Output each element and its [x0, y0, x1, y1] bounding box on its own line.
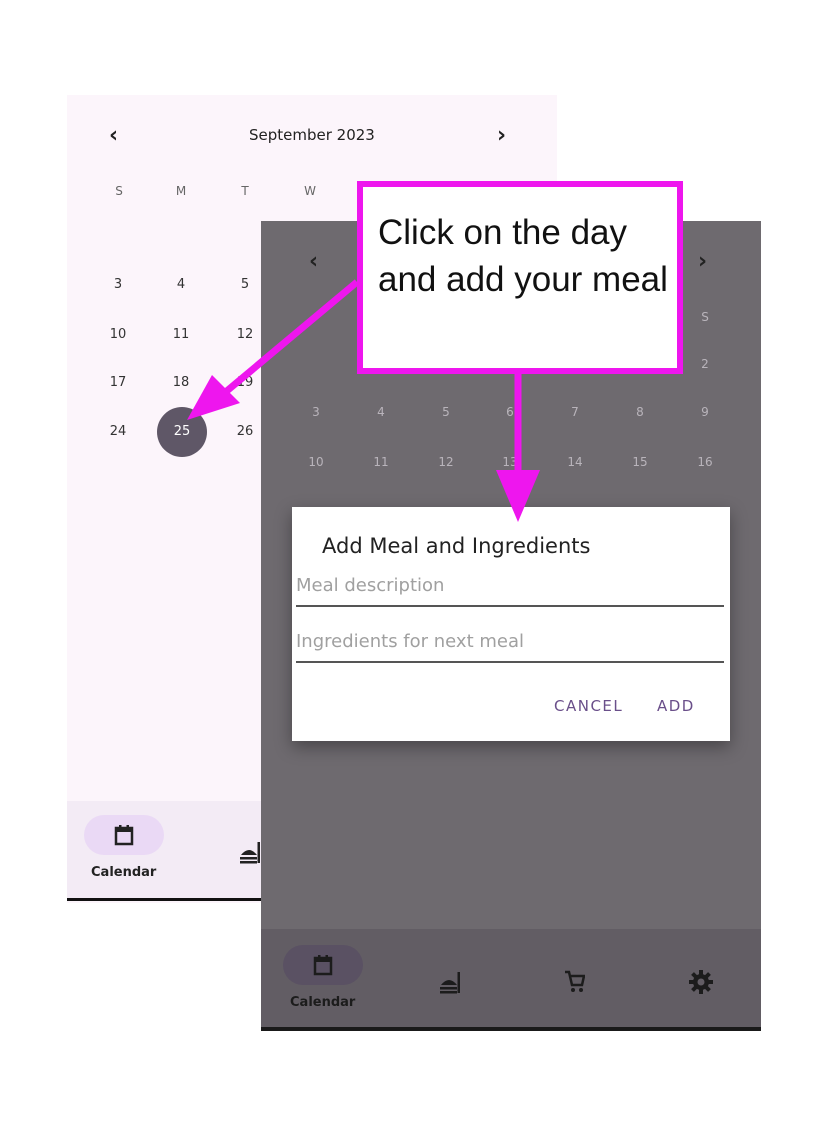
day-cell[interactable]: 19	[225, 363, 265, 403]
settings-icon[interactable]	[688, 969, 714, 995]
month-header: ‹ September 2023 ›	[67, 123, 557, 149]
bottom-navigation: Calendar	[261, 929, 761, 1029]
add-button[interactable]: ADD	[657, 697, 695, 715]
day-cell[interactable]: 10	[296, 455, 336, 469]
day-cell[interactable]: 5	[426, 405, 466, 419]
weekday-label: T	[241, 184, 249, 198]
nav-label-calendar: Calendar	[91, 865, 157, 880]
day-cell[interactable]: 11	[361, 455, 401, 469]
day-cell[interactable]: 12	[426, 455, 466, 469]
ingredients-field[interactable]: Ingredients for next meal	[296, 627, 724, 663]
day-cell[interactable]: 15	[620, 455, 660, 469]
day-cell[interactable]: 3	[296, 405, 336, 419]
day-cell[interactable]: 24	[98, 412, 138, 452]
day-cell[interactable]: 9	[685, 405, 725, 419]
day-cell[interactable]: 4	[161, 265, 201, 305]
day-cell[interactable]: 7	[555, 405, 595, 419]
meal-description-field[interactable]: Meal description	[296, 571, 724, 607]
weekday-label: S	[701, 310, 709, 324]
nav-label-calendar: Calendar	[290, 995, 356, 1010]
weekday-label: M	[175, 184, 187, 198]
day-cell[interactable]: 6	[490, 405, 530, 419]
month-title: September 2023	[249, 126, 375, 144]
day-cell[interactable]: 13	[490, 455, 530, 469]
dialog-title: Add Meal and Ingredients	[322, 534, 591, 558]
meal-icon[interactable]	[439, 969, 461, 995]
weekday-label: S	[115, 184, 123, 198]
weekday-label: W	[304, 184, 316, 198]
annotation-text: Click on the day and add your meal	[378, 213, 668, 299]
day-cell[interactable]: 11	[161, 315, 201, 355]
day-cell[interactable]: 26	[225, 412, 265, 452]
next-month-button[interactable]: ›	[698, 249, 707, 274]
day-cell[interactable]: 3	[98, 265, 138, 305]
calendar-icon	[114, 825, 134, 846]
selected-day-cell[interactable]: 25	[157, 407, 207, 457]
annotation-callout: Click on the day and add your meal	[357, 181, 683, 374]
nav-item-calendar[interactable]	[84, 815, 164, 855]
add-meal-dialog: Add Meal and Ingredients Meal descriptio…	[292, 507, 730, 741]
prev-month-button[interactable]: ‹	[309, 249, 318, 274]
calendar-icon	[313, 955, 333, 976]
cart-icon[interactable]	[563, 969, 585, 995]
day-cell[interactable]: 14	[555, 455, 595, 469]
day-cell[interactable]: 18	[161, 363, 201, 403]
day-cell[interactable]: 4	[361, 405, 401, 419]
cancel-button[interactable]: CANCEL	[554, 697, 623, 715]
meal-icon[interactable]	[239, 839, 261, 865]
day-cell[interactable]: 16	[685, 455, 725, 469]
day-cell[interactable]: 10	[98, 315, 138, 355]
prev-month-button[interactable]: ‹	[109, 123, 118, 148]
day-cell[interactable]: 5	[225, 265, 265, 305]
nav-bottom-border	[261, 1027, 761, 1031]
day-cell[interactable]: 2	[685, 357, 725, 371]
day-cell[interactable]: 8	[620, 405, 660, 419]
next-month-button[interactable]: ›	[497, 123, 506, 148]
day-cell[interactable]: 12	[225, 315, 265, 355]
nav-item-calendar[interactable]	[283, 945, 363, 985]
day-cell[interactable]: 17	[98, 363, 138, 403]
